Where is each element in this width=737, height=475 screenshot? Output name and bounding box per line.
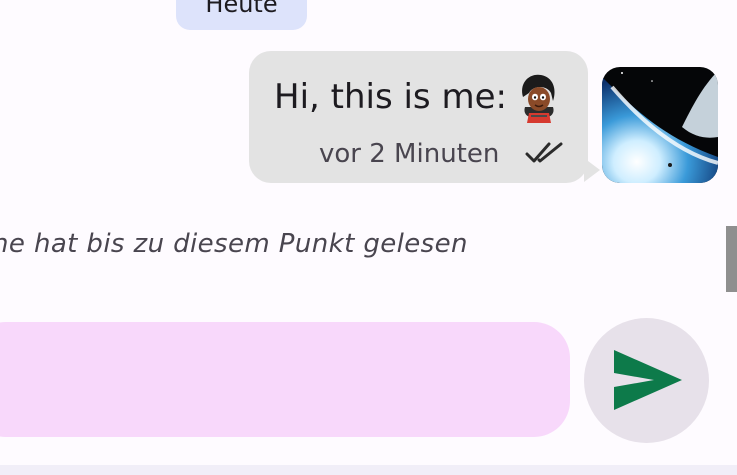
read-marker: ne hat bis zu diesem Punkt gelesen [0,229,468,259]
bottom-bar [0,465,737,475]
send-button[interactable] [584,318,709,443]
message-input[interactable] [0,322,570,437]
scrollbar[interactable] [726,226,737,292]
double-check-icon [525,142,563,163]
person-emoji-icon [522,74,555,123]
sender-avatar[interactable] [602,67,718,183]
bubble-tail [584,158,600,182]
message-time: vor 2 Minuten [319,139,500,169]
message-text: Hi, this is me: [274,77,507,117]
space-image [602,67,718,183]
send-icon [614,350,682,410]
date-chip: Heute [176,0,307,30]
